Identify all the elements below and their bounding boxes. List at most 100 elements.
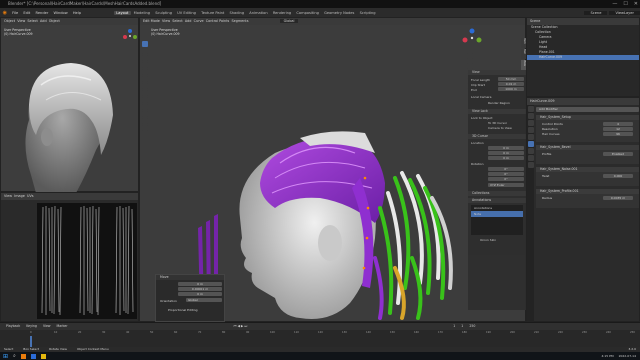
menu-edit[interactable]: Edit bbox=[21, 11, 33, 15]
move-y-field[interactable]: 0.00001 m bbox=[178, 287, 222, 291]
cursor-rx-field[interactable]: 0° bbox=[488, 167, 524, 171]
taskbar-app-icon[interactable] bbox=[40, 353, 46, 359]
tab-workspace[interactable]: Shading bbox=[227, 11, 247, 15]
modifier-tab-icon[interactable] bbox=[528, 141, 534, 147]
menu-render[interactable]: Render bbox=[33, 11, 51, 15]
redo-last-panel[interactable]: Move 0 m 0.00001 m 0 m Orientation Globa… bbox=[155, 274, 225, 322]
render-tab-icon[interactable] bbox=[528, 113, 534, 119]
maximize-button[interactable]: ☐ bbox=[623, 0, 627, 8]
annotations-section[interactable]: Annotations bbox=[468, 198, 526, 203]
proportional-checkbox[interactable]: Proportional Editing bbox=[168, 308, 198, 312]
physics-tab-icon[interactable] bbox=[528, 148, 534, 154]
taskbar-app-icon[interactable] bbox=[30, 353, 36, 359]
header-item[interactable]: Select bbox=[27, 19, 37, 23]
collections-section[interactable]: Collections bbox=[468, 191, 526, 196]
tab-workspace[interactable]: Rendering bbox=[270, 11, 294, 15]
mode-selector[interactable]: Edit Mode bbox=[143, 19, 160, 23]
tab-workspace[interactable]: Compositing bbox=[294, 11, 322, 15]
menu-playback[interactable]: Playback bbox=[6, 323, 20, 330]
date[interactable]: 2022-07-14 bbox=[619, 354, 640, 358]
tilt-tool-icon[interactable] bbox=[142, 118, 148, 124]
main-3d-viewport[interactable]: Edit Mode View Select Add Curve Control … bbox=[139, 17, 526, 322]
menu-window[interactable]: Window bbox=[51, 11, 70, 15]
end-frame-field[interactable]: 250 bbox=[469, 323, 475, 330]
tab-workspace[interactable]: Animation bbox=[247, 11, 271, 15]
properties-editor[interactable]: HairCurve.009 Add Modifier Hair_System_S… bbox=[526, 97, 640, 323]
rotate-tool-icon[interactable] bbox=[142, 62, 148, 68]
current-frame-field[interactable]: 1 bbox=[453, 323, 455, 330]
navigation-gizmo[interactable] bbox=[122, 28, 138, 48]
render-region-checkbox[interactable]: Render Region bbox=[488, 101, 510, 105]
menu-view[interactable]: View bbox=[43, 323, 51, 330]
left-3d-viewport[interactable]: Object View Select Add Object User Persp… bbox=[0, 17, 139, 193]
minimize-button[interactable]: — bbox=[612, 0, 617, 8]
field-value[interactable]: Enabled bbox=[603, 152, 633, 156]
search-icon[interactable]: ⌕ bbox=[13, 353, 16, 359]
scene-tab-icon[interactable] bbox=[528, 127, 534, 133]
cursor-z-field[interactable]: 0 m bbox=[488, 156, 524, 160]
menu-help[interactable]: Help bbox=[70, 11, 83, 15]
header-item[interactable]: View bbox=[162, 19, 170, 23]
3d-cursor-section[interactable]: 3D Cursor bbox=[468, 134, 526, 139]
header-item[interactable]: Add bbox=[40, 19, 47, 23]
timeline[interactable]: Playback Keying View Marker ⏮ ◀ ▶ ⏭ 1 1 … bbox=[0, 322, 640, 348]
header-item[interactable]: Object bbox=[49, 19, 60, 23]
menu-file[interactable]: File bbox=[10, 11, 21, 15]
uv-editor[interactable]: View Image UVs bbox=[0, 192, 139, 322]
cursor-x-field[interactable]: 0 m bbox=[488, 146, 524, 150]
viewlayer-selector[interactable]: ViewLayer bbox=[609, 10, 640, 15]
sidebar-n-panel[interactable]: View Focal Length 50 mm Clip Start 0.01 … bbox=[468, 70, 526, 310]
outliner-item[interactable]: HairCurve.009 bbox=[527, 55, 639, 60]
cursor-rz-field[interactable]: 0° bbox=[488, 177, 524, 181]
close-button[interactable]: ✕ bbox=[634, 0, 638, 8]
header-item[interactable]: Segments bbox=[231, 19, 248, 23]
tab-workspace[interactable]: Texture Paint bbox=[199, 11, 227, 15]
clip-start-field[interactable]: 0.01 m bbox=[498, 82, 524, 86]
play-controls[interactable]: ⏮ ◀ ▶ ⏭ bbox=[234, 323, 248, 330]
header-item[interactable]: Add bbox=[185, 19, 192, 23]
header-item[interactable]: Curve bbox=[194, 19, 204, 23]
camera-to-view-checkbox[interactable]: Camera to View bbox=[488, 126, 512, 130]
draw-tool-icon[interactable] bbox=[142, 97, 148, 103]
radius-tool-icon[interactable] bbox=[142, 111, 148, 117]
field-value[interactable]: 4 bbox=[603, 122, 633, 126]
zoom-icon[interactable] bbox=[467, 53, 473, 59]
menu-marker[interactable]: Marker bbox=[57, 323, 68, 330]
header-item[interactable]: Image bbox=[14, 194, 25, 198]
object-tab-icon[interactable] bbox=[528, 134, 534, 140]
annotation-note[interactable]: Note bbox=[471, 211, 523, 217]
measure-tool-icon[interactable] bbox=[142, 90, 148, 96]
cursor-ry-field[interactable]: 0° bbox=[488, 172, 524, 176]
tool-tab-icon[interactable] bbox=[528, 106, 534, 112]
scale-tool-icon[interactable] bbox=[142, 69, 148, 75]
header-item[interactable]: Select bbox=[172, 19, 182, 23]
transform-tool-icon[interactable] bbox=[142, 76, 148, 82]
menu-keying[interactable]: Keying bbox=[26, 323, 37, 330]
timeline-ruler[interactable]: 0 10 20 30 40 50 60 70 80 90 100 110 120 130 140 150 160… bbox=[0, 330, 640, 336]
data-tab-icon[interactable] bbox=[528, 155, 534, 161]
clip-end-field[interactable]: 1000 m bbox=[498, 87, 524, 91]
lock-to-cursor-checkbox[interactable]: To 3D Cursor bbox=[488, 121, 507, 125]
add-modifier-button[interactable]: Add Modifier bbox=[536, 107, 639, 112]
annotation-list[interactable]: Annotations Note bbox=[471, 205, 523, 235]
field-value[interactable]: 0.0035 m bbox=[603, 196, 633, 200]
start-button-icon[interactable]: ⊞ bbox=[3, 353, 8, 360]
orientation-selector[interactable]: Global bbox=[279, 19, 299, 23]
field-value[interactable]: 96 bbox=[603, 132, 633, 136]
header-item[interactable]: View bbox=[4, 194, 12, 198]
move-x-field[interactable]: 0 m bbox=[178, 282, 222, 286]
select-tool-icon[interactable] bbox=[142, 41, 148, 47]
tab-workspace[interactable]: Modeling bbox=[131, 11, 153, 15]
taskbar-app-icon[interactable] bbox=[20, 353, 26, 359]
blender-logo-icon[interactable]: ◉ bbox=[0, 10, 10, 16]
start-frame-field[interactable]: 1 bbox=[461, 323, 463, 330]
header-item[interactable]: Object bbox=[4, 19, 15, 23]
annotate-tool-icon[interactable] bbox=[142, 83, 148, 89]
tab-workspace[interactable]: Layout bbox=[113, 10, 132, 15]
navigation-gizmo[interactable] bbox=[462, 28, 482, 52]
scene-selector[interactable]: Scene bbox=[584, 10, 608, 15]
randomize-tool-icon[interactable] bbox=[142, 125, 148, 131]
cursor-tool-icon[interactable] bbox=[142, 48, 148, 54]
rotation-mode-dropdown[interactable]: XYZ Euler bbox=[488, 183, 524, 187]
outliner[interactable]: Scene Scene Collection Collection Camera… bbox=[526, 17, 640, 97]
